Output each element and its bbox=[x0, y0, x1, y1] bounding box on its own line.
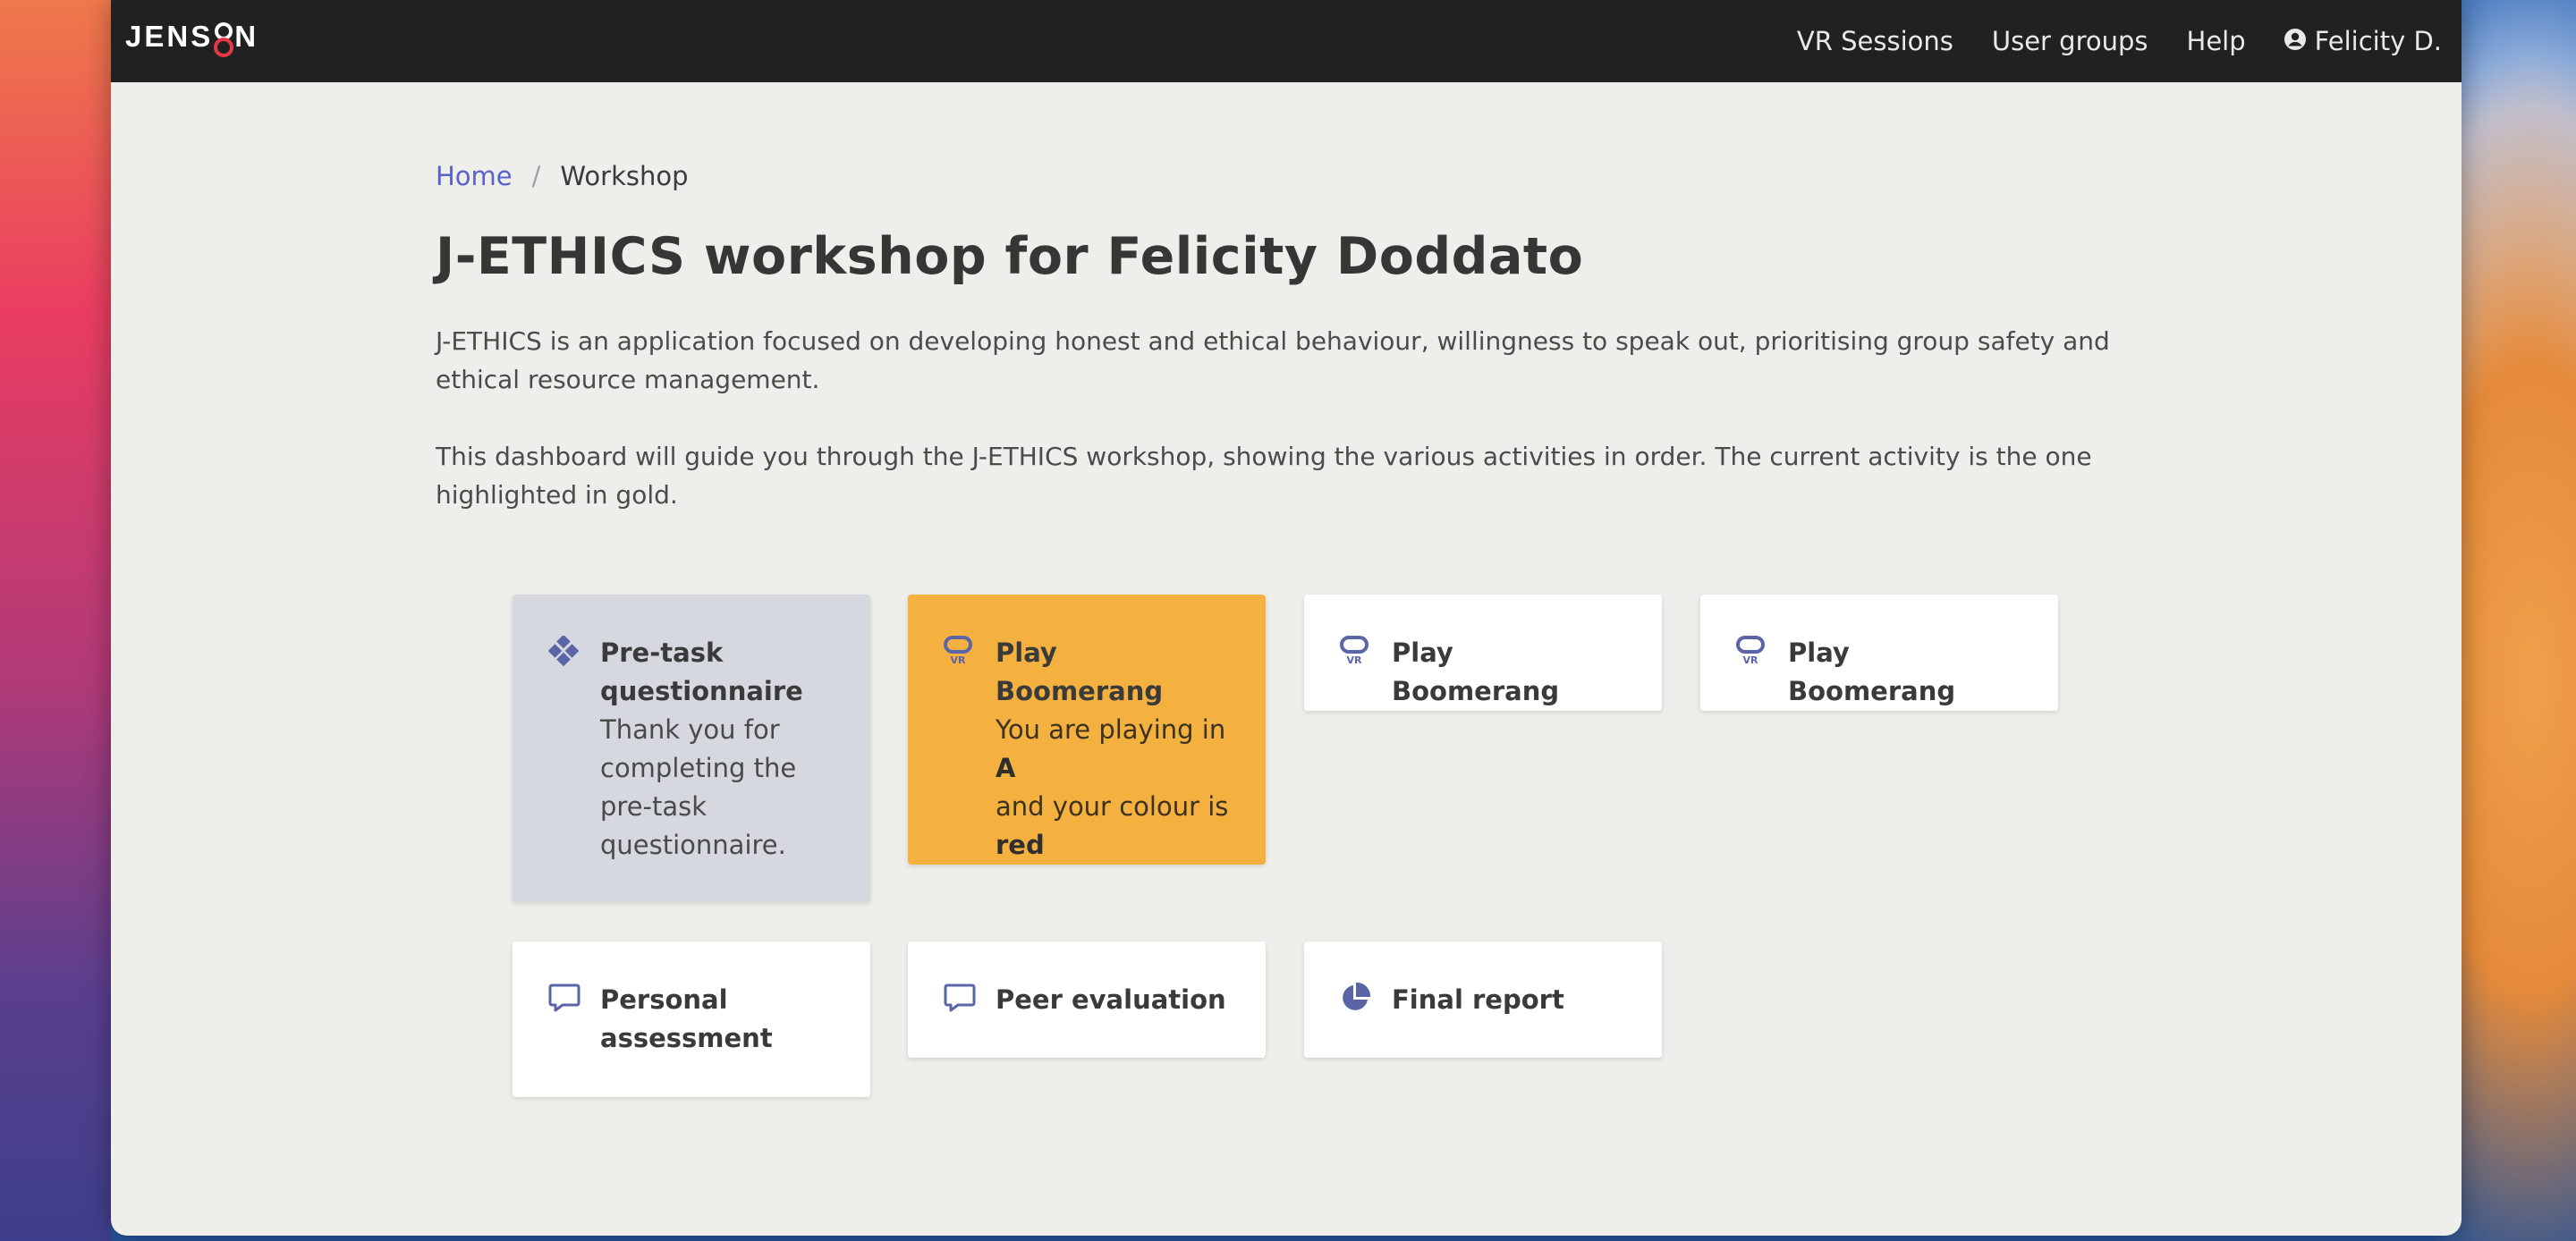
puzzle-diamond-icon bbox=[547, 634, 584, 866]
user-circle-icon bbox=[2284, 26, 2306, 56]
nav-user-menu[interactable]: Felicity D. bbox=[2284, 26, 2442, 56]
jenson-logo[interactable]: JENS N bbox=[125, 19, 259, 57]
activity-title: Peer evaluation bbox=[996, 984, 1226, 1015]
activity-card-boomerang-3[interactable]: VR Play Boomerang bbox=[1700, 595, 2058, 711]
svg-text:VR: VR bbox=[1743, 654, 1759, 666]
activity-line-room: You are playing in bbox=[996, 714, 1226, 745]
activity-title: Play Boomerang bbox=[1788, 637, 1956, 706]
svg-text:VR: VR bbox=[951, 654, 967, 666]
nav-vr-sessions[interactable]: VR Sessions bbox=[1797, 26, 1953, 56]
desktop-wallpaper-left bbox=[0, 0, 111, 1241]
browser-window: JENS N VR Sessions User groups Help Feli… bbox=[111, 0, 2462, 1236]
vr-headset-icon: VR bbox=[944, 636, 979, 829]
nav-help[interactable]: Help bbox=[2187, 26, 2246, 56]
guide-paragraph: This dashboard will guide you through th… bbox=[436, 442, 2092, 510]
activity-title: Play Boomerang bbox=[996, 637, 1164, 706]
activity-title: Pre-task questionnaire bbox=[600, 637, 803, 706]
breadcrumb: Home / Workshop bbox=[436, 161, 2462, 191]
speech-bubble-icon bbox=[548, 983, 584, 1061]
main-content: Home / Workshop J-ETHICS workshop for Fe… bbox=[111, 161, 2462, 1097]
activity-card-pretask[interactable]: Pre-task questionnaire Thank you for com… bbox=[513, 595, 870, 902]
breadcrumb-current: Workshop bbox=[560, 161, 689, 191]
intro-paragraph: J-ETHICS is an application focused on de… bbox=[436, 326, 2110, 394]
breadcrumb-separator: / bbox=[531, 161, 541, 191]
page-title: J-ETHICS workshop for Felicity Doddato bbox=[436, 227, 1584, 286]
activity-title: Personal assessment bbox=[600, 984, 773, 1053]
activity-title: Final report bbox=[1392, 984, 1564, 1015]
activity-card-final-report[interactable]: Final report bbox=[1304, 941, 1662, 1058]
activity-room-value: A bbox=[996, 753, 1016, 783]
svg-text:VR: VR bbox=[1347, 654, 1363, 666]
activity-colour-value: red bbox=[996, 830, 1045, 860]
breadcrumb-home-link[interactable]: Home bbox=[436, 161, 513, 191]
logo-text-right: N bbox=[234, 20, 259, 53]
activity-card-boomerang-2[interactable]: VR Play Boomerang bbox=[1304, 595, 1662, 711]
activity-description: Thank you for completing the pre-task qu… bbox=[600, 714, 797, 860]
vr-headset-icon: VR bbox=[1736, 636, 1772, 675]
activity-card-personal-assessment[interactable]: Personal assessment bbox=[513, 941, 870, 1097]
nav-user-groups[interactable]: User groups bbox=[1992, 26, 2148, 56]
activity-title: Play Boomerang bbox=[1392, 637, 1560, 706]
activity-line-colour: and your colour is bbox=[996, 791, 1229, 822]
activity-card-peer-evaluation[interactable]: Peer evaluation bbox=[908, 941, 1266, 1058]
speech-bubble-icon bbox=[944, 983, 979, 1022]
vr-headset-icon: VR bbox=[1340, 636, 1376, 675]
pie-chart-icon bbox=[1340, 982, 1376, 1022]
top-navbar: JENS N VR Sessions User groups Help Feli… bbox=[111, 0, 2462, 82]
logo-eight-mark bbox=[214, 19, 234, 57]
activity-card-boomerang-current[interactable]: VR Play Boomerang You are playing in A a… bbox=[908, 595, 1266, 865]
logo-text-left: JENS bbox=[125, 20, 214, 53]
user-name: Felicity D. bbox=[2314, 26, 2442, 56]
nav-links: VR Sessions User groups Help Felicity D. bbox=[1758, 26, 2442, 56]
